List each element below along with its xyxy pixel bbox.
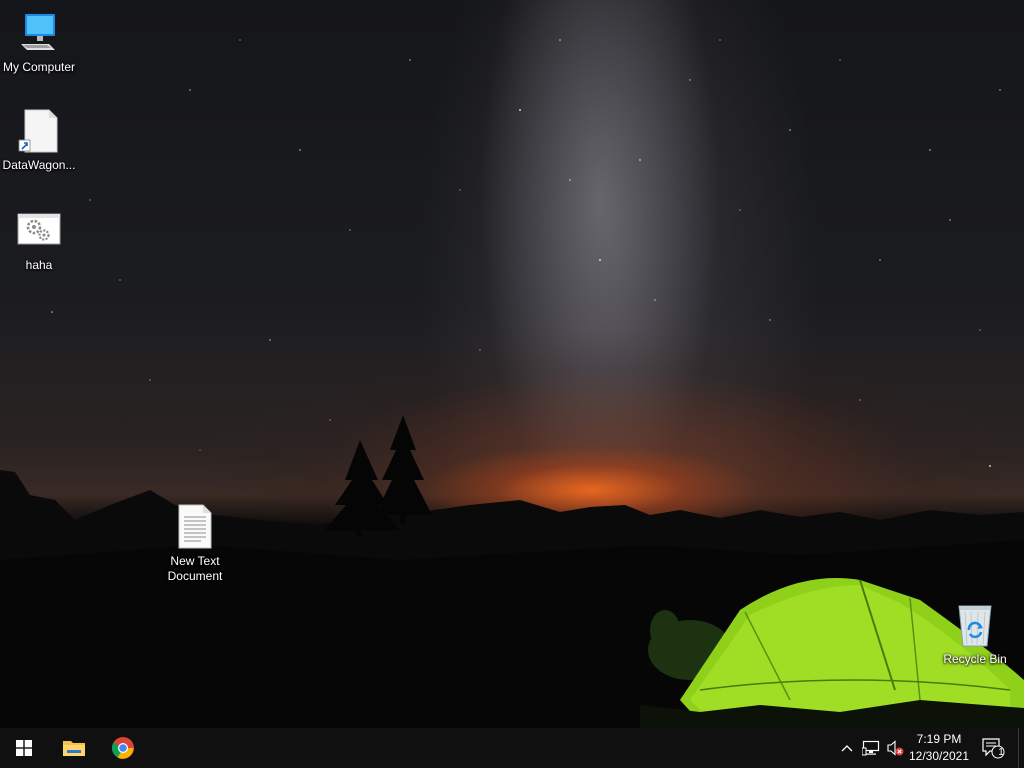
chevron-up-icon bbox=[841, 745, 853, 752]
system-clock[interactable]: 7:19 PM 12/30/2021 bbox=[904, 731, 974, 765]
taskbar-file-explorer-button[interactable] bbox=[50, 728, 98, 768]
volume-muted-icon bbox=[887, 740, 904, 756]
night-sky-tent-wallpaper bbox=[0, 39, 1024, 728]
desktop-icon-datawagon[interactable]: DataWagon... bbox=[1, 108, 77, 173]
show-desktop-button[interactable] bbox=[1018, 728, 1024, 768]
file-shortcut-icon bbox=[15, 108, 63, 156]
folder-icon bbox=[63, 741, 85, 756]
desktop-icon-label: Recycle Bin bbox=[943, 652, 1007, 666]
chrome-icon bbox=[112, 737, 134, 759]
settings-window-icon bbox=[15, 208, 63, 256]
desktop-icon-label: haha bbox=[25, 258, 53, 272]
network-icon bbox=[862, 740, 880, 756]
clock-date: 12/30/2021 bbox=[908, 749, 970, 763]
recycle-bin-icon bbox=[951, 602, 999, 650]
computer-icon bbox=[15, 10, 63, 58]
desktop-icon-new-text-document[interactable]: New Text Document bbox=[157, 504, 233, 584]
network-button[interactable] bbox=[860, 728, 882, 768]
volume-button[interactable] bbox=[884, 728, 906, 768]
windows-logo-icon bbox=[16, 740, 32, 756]
clock-time: 7:19 PM bbox=[916, 732, 962, 746]
desktop-icon-haha[interactable]: haha bbox=[1, 208, 77, 273]
desktop-icon-label: New Text Document bbox=[167, 554, 223, 583]
desktop-icon-my-computer[interactable]: My Computer bbox=[1, 10, 77, 75]
text-document-icon bbox=[171, 504, 219, 552]
desktop-wallpaper: My Computer DataWagon... haha New Text D… bbox=[0, 0, 1024, 728]
start-button[interactable] bbox=[0, 728, 48, 768]
taskbar: 7:19 PM 12/30/2021 1 bbox=[0, 728, 1024, 768]
desktop-icon-label: My Computer bbox=[2, 60, 76, 74]
taskbar-chrome-button[interactable] bbox=[99, 728, 147, 768]
desktop-icon-label: DataWagon... bbox=[2, 158, 76, 172]
desktop-icon-recycle-bin[interactable]: Recycle Bin bbox=[937, 602, 1013, 667]
notification-count-badge: 1 bbox=[998, 747, 1004, 758]
action-center-button[interactable]: 1 bbox=[978, 728, 1008, 768]
tray-overflow-button[interactable] bbox=[838, 728, 856, 768]
